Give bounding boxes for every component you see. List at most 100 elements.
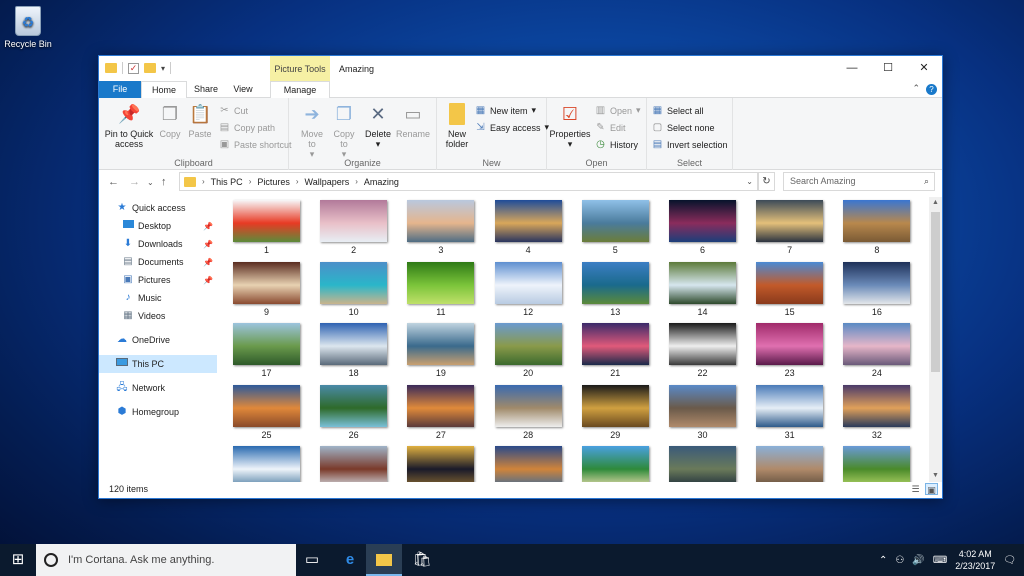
new-item-button[interactable]: ▦ New item ▾	[475, 105, 536, 116]
file-thumbnail[interactable]: 25	[233, 384, 300, 443]
edit-button[interactable]: ✎ Edit	[595, 122, 625, 133]
file-thumbnail[interactable]: 16	[843, 261, 911, 320]
properties-qat-icon[interactable]: ✓	[128, 62, 139, 74]
paste-shortcut-button[interactable]: ▣ Paste shortcut	[219, 139, 292, 150]
customize-qat-icon[interactable]: ▾	[161, 64, 165, 73]
cortana-search-box[interactable]: I'm Cortana. Ask me anything.	[36, 544, 296, 576]
file-thumbnail[interactable]: 30	[669, 384, 736, 443]
file-thumbnail[interactable]: 2	[320, 200, 388, 258]
file-thumbnail[interactable]: 5	[581, 200, 649, 258]
history-button[interactable]: ◷ History	[595, 139, 638, 150]
file-thumbnail[interactable]: 3	[407, 200, 475, 258]
pin-to-quick-access-button[interactable]: 📌 Pin to Quick access	[103, 103, 155, 149]
file-thumbnail[interactable]: 6	[669, 200, 736, 258]
copy-to-button[interactable]: ❐ Copy to ▾	[329, 103, 359, 159]
file-thumbnail[interactable]: 10	[320, 261, 388, 320]
file-thumbnail[interactable]: 14	[669, 261, 736, 320]
nav-item-videos[interactable]: ▦ Videos	[99, 307, 217, 325]
breadcrumb-pictures[interactable]: Pictures	[257, 177, 290, 187]
breadcrumb-wallpapers[interactable]: Wallpapers	[305, 177, 350, 187]
show-hidden-icons-icon[interactable]: ⌃	[879, 555, 887, 566]
nav-item-homegroup[interactable]: ⬢ Homegroup	[99, 403, 217, 421]
recent-locations-icon[interactable]: ⌄	[147, 178, 154, 187]
delete-button[interactable]: ✕ Delete ▾	[363, 103, 393, 149]
large-icons-view-icon[interactable]: ▣	[925, 483, 938, 495]
nav-item-network[interactable]: 🖧 Network	[99, 379, 217, 397]
new-folder-button[interactable]: New folder	[441, 103, 473, 149]
up-arrow-icon[interactable]: ↑	[161, 176, 167, 188]
refresh-button[interactable]: ↻	[758, 172, 775, 191]
open-button[interactable]: ▥ Open ▾	[595, 105, 641, 116]
nav-item-desktop[interactable]: Desktop 📌	[99, 217, 217, 235]
tab-view[interactable]: View	[225, 81, 261, 98]
action-center-icon[interactable]: 🗨	[1003, 555, 1016, 566]
breadcrumb-amazing[interactable]: Amazing	[364, 177, 399, 187]
copy-button[interactable]: ❐ Copy	[157, 103, 183, 139]
nav-item-documents[interactable]: ▤ Documents 📌	[99, 253, 217, 271]
task-view-icon[interactable]: ▭	[294, 544, 330, 576]
file-thumbnail[interactable]: 13	[581, 261, 649, 320]
address-bar[interactable]: › This PC › Pictures › Wallpapers › Amaz…	[179, 172, 758, 191]
title-bar[interactable]: ✓ ▾ Picture Tools Amazing — ☐ ✕	[99, 56, 942, 81]
copy-path-button[interactable]: ▤ Copy path	[219, 122, 275, 133]
easy-access-button[interactable]: ⇲ Easy access ▾	[475, 122, 549, 133]
file-thumbnail[interactable]: 12	[494, 261, 562, 320]
select-all-button[interactable]: ▦ Select all	[652, 105, 704, 116]
file-thumbnail[interactable]: 22	[669, 323, 736, 381]
scrollbar-thumb[interactable]	[931, 212, 940, 372]
nav-item-music[interactable]: ♪ Music	[99, 289, 217, 307]
rename-button[interactable]: ▭ Rename	[395, 103, 431, 139]
scroll-up-arrow-icon[interactable]: ▲	[929, 197, 942, 209]
tab-manage[interactable]: Manage	[270, 81, 330, 99]
network-tray-icon[interactable]: ⚇	[895, 555, 904, 566]
maximize-button[interactable]: ☐	[870, 56, 906, 81]
help-icon[interactable]: ?	[926, 84, 937, 95]
paste-button[interactable]: 📋 Paste	[186, 103, 214, 139]
file-thumbnail[interactable]: 24	[843, 323, 911, 381]
clock[interactable]: 4:02 AM 2/23/2017	[955, 548, 995, 572]
forward-arrow-icon[interactable]: →	[129, 176, 140, 188]
cut-button[interactable]: ✂ Cut	[219, 105, 248, 116]
move-to-button[interactable]: ➔ Move to ▾	[297, 103, 327, 159]
file-thumbnail[interactable]: 11	[407, 261, 475, 320]
file-thumbnail[interactable]	[320, 446, 388, 482]
file-thumbnail[interactable]: 32	[843, 384, 911, 443]
file-thumbnail[interactable]: 21	[581, 323, 649, 381]
language-icon[interactable]: ⌨	[933, 555, 947, 566]
file-thumbnail[interactable]	[843, 446, 911, 482]
minimize-button[interactable]: —	[834, 56, 870, 81]
nav-item-this-pc[interactable]: This PC	[99, 355, 217, 373]
volume-icon[interactable]: 🔊	[912, 555, 924, 566]
back-arrow-icon[interactable]: ←	[108, 176, 119, 188]
file-thumbnail[interactable]: 18	[320, 323, 388, 381]
file-thumbnail[interactable]: 1	[233, 200, 300, 258]
file-thumbnail[interactable]: 8	[843, 200, 911, 258]
file-thumbnail[interactable]: 31	[756, 384, 824, 443]
vertical-scrollbar[interactable]: ▲ ▼	[929, 197, 942, 482]
file-thumbnail[interactable]: 27	[407, 384, 475, 443]
file-thumbnail[interactable]: 15	[756, 261, 824, 320]
minimize-ribbon-icon[interactable]: ⌃	[912, 83, 920, 94]
nav-item-pictures[interactable]: ▣ Pictures 📌	[99, 271, 217, 289]
file-thumbnail[interactable]: 17	[233, 323, 300, 381]
nav-item-onedrive[interactable]: ☁ OneDrive	[99, 331, 217, 349]
edge-browser-icon[interactable]: e	[332, 544, 368, 576]
file-thumbnail[interactable]: 7	[756, 200, 824, 258]
file-thumbnail[interactable]: 9	[233, 261, 300, 320]
file-thumbnail[interactable]: 23	[756, 323, 824, 381]
file-thumbnail[interactable]	[756, 446, 824, 482]
recycle-bin-shortcut[interactable]: Recycle Bin	[4, 6, 52, 49]
breadcrumb-this-pc[interactable]: This PC	[211, 177, 243, 187]
store-icon[interactable]: 🛍	[404, 544, 440, 576]
file-thumbnail[interactable]: 19	[407, 323, 475, 381]
new-folder-qat-icon[interactable]	[144, 63, 156, 73]
close-button[interactable]: ✕	[906, 56, 942, 81]
tab-share[interactable]: Share	[187, 81, 225, 98]
select-none-button[interactable]: ▢ Select none	[652, 122, 715, 133]
file-thumbnail[interactable]	[581, 446, 649, 482]
details-view-icon[interactable]: ☰	[909, 483, 922, 495]
file-thumbnail[interactable]	[407, 446, 475, 482]
file-thumbnail[interactable]	[494, 446, 562, 482]
tab-home[interactable]: Home	[141, 81, 187, 99]
file-explorer-taskbar-icon[interactable]	[366, 544, 402, 576]
